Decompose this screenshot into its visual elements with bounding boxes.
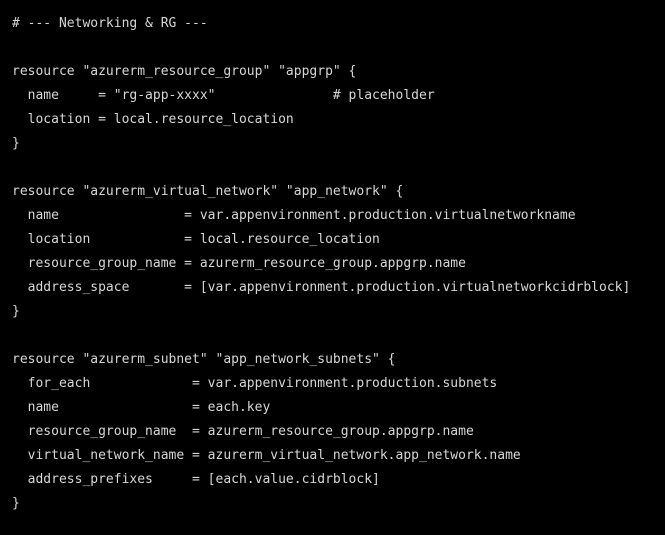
code-line-subnet-decl: resource "azurerm_subnet" "app_network_s… bbox=[12, 352, 396, 367]
code-line-vnet-location: location = local.resource_location bbox=[12, 232, 380, 247]
code-line-subnet-address-prefixes: address_prefixes = [each.value.cidrblock… bbox=[12, 472, 380, 487]
code-line-vnet-close: } bbox=[12, 304, 20, 319]
code-line-subnet-rg-name: resource_group_name = azurerm_resource_g… bbox=[12, 424, 474, 439]
code-line-rg-close: } bbox=[12, 136, 20, 151]
code-line-subnet-for-each: for_each = var.appenvironment.production… bbox=[12, 376, 498, 391]
code-line-comment: # --- Networking & RG --- bbox=[12, 16, 208, 31]
code-line-subnet-vnet-name: virtual_network_name = azurerm_virtual_n… bbox=[12, 448, 521, 463]
code-line-vnet-rg-name: resource_group_name = azurerm_resource_g… bbox=[12, 256, 466, 271]
code-line-vnet-decl: resource "azurerm_virtual_network" "app_… bbox=[12, 184, 404, 199]
code-line-subnet-close: } bbox=[12, 496, 20, 511]
code-line-vnet-name: name = var.appenvironment.production.vir… bbox=[12, 208, 576, 223]
code-line-rg-name: name = "rg-app-xxxx" # placeholder bbox=[12, 88, 435, 103]
code-line-resource-group-decl: resource "azurerm_resource_group" "appgr… bbox=[12, 64, 357, 79]
code-line-subnet-name: name = each.key bbox=[12, 400, 271, 415]
code-block: # --- Networking & RG --- resource "azur… bbox=[0, 0, 665, 535]
code-line-rg-location: location = local.resource_location bbox=[12, 112, 294, 127]
code-line-vnet-address-space: address_space = [var.appenvironment.prod… bbox=[12, 280, 631, 295]
